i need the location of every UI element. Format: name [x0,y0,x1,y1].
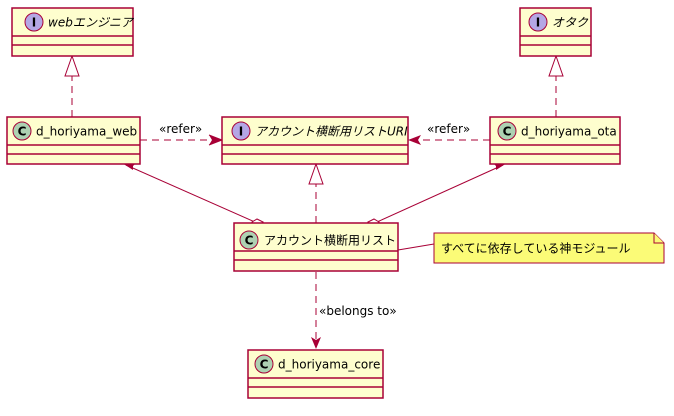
interface-otaku[interactable]: I オタク [519,7,592,57]
interface-account-list-uri[interactable]: I アカウント横断用リストURI [221,116,409,165]
class-name: d_horiyama_web [36,125,137,139]
note-connector [397,243,435,251]
interface-web-engineer[interactable]: I webエンジニア [11,7,135,57]
dependency-web-refer-uri [140,134,224,146]
refer-label-left: «refer» [159,122,202,136]
class-icon-letter: C [245,234,254,248]
realization-list-to-uri [308,162,324,223]
interface-icon-letter: I [239,125,243,139]
class-name: d_horiyama_core [278,358,380,372]
class-name: アカウント横断用リスト [264,233,396,248]
refer-label-right: «refer» [427,122,470,136]
interface-icon-letter: I [536,16,540,30]
aggregation-list-to-web [122,163,264,227]
class-icon-letter: C [18,125,27,139]
class-d-horiyama-web[interactable]: C d_horiyama_web [6,116,141,165]
class-icon-letter: C [260,358,269,372]
interface-name: アカウント横断用リストURI [255,125,408,139]
interface-name: webエンジニア [48,16,135,30]
interface-name: オタク [552,16,589,30]
class-name: d_horiyama_ota [521,125,617,139]
belongs-to-label: «belongs to» [319,304,397,318]
note-text: すべてに依存している神モジュール [441,241,630,256]
aggregation-list-to-ota [367,163,507,227]
dependency-ota-refer-uri [408,135,490,145]
interface-icon-letter: I [32,16,36,30]
class-d-horiyama-ota[interactable]: C d_horiyama_ota [489,116,621,165]
note[interactable]: すべてに依存している神モジュール [433,232,665,264]
class-d-horiyama-core[interactable]: C d_horiyama_core [247,349,384,399]
realization-ota-to-otaku [548,54,564,117]
class-icon-letter: C [503,125,512,139]
realization-web-to-webengineer [64,54,80,117]
class-account-list[interactable]: C アカウント横断用リスト [233,222,399,272]
